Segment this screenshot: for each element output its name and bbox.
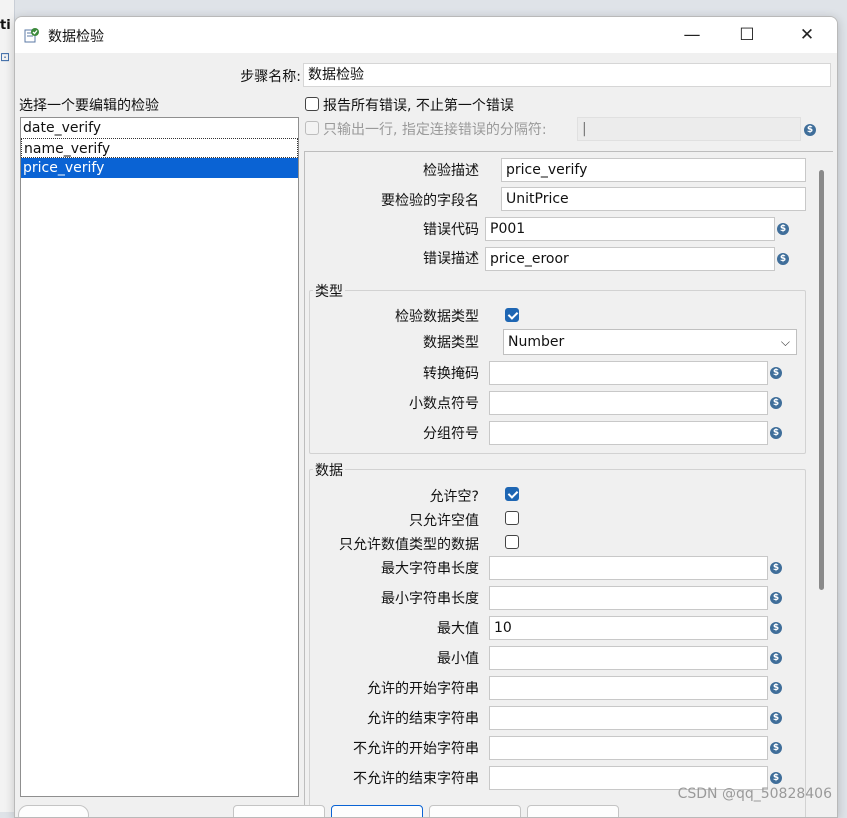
variable-icon[interactable]: $ — [770, 622, 782, 634]
conversion-mask-label: 转换掩码 — [423, 366, 479, 382]
background-app-strip: ti ⊡ — [0, 0, 15, 812]
validator-app-icon — [24, 28, 39, 43]
list-item[interactable]: name_verify — [21, 138, 298, 158]
list-item[interactable]: date_verify — [21, 118, 298, 138]
minimize-button[interactable]: — — [665, 17, 719, 53]
dialog-window: 数据检验 — ☐ ✕ 步骤名称: 数据检验 选择一个要编辑的检验 date_ve… — [14, 16, 838, 818]
variable-icon[interactable]: $ — [804, 124, 816, 136]
max-value-label: 最大值 — [437, 621, 479, 637]
field-name-label: 要检验的字段名 — [381, 193, 479, 209]
only-null-label: 只允许空值 — [409, 513, 479, 529]
error-code-input[interactable]: P001 — [485, 217, 775, 241]
validation-description-label: 检验描述 — [423, 163, 479, 179]
error-description-input[interactable]: price_eroor — [485, 247, 775, 271]
separator-input[interactable]: | — [577, 117, 801, 141]
check-data-type-checkbox[interactable] — [505, 308, 519, 322]
validation-description-input[interactable]: price_verify — [501, 158, 806, 182]
max-string-length-label: 最大字符串长度 — [381, 561, 479, 577]
only-numeric-label: 只允许数值类型的数据 — [339, 537, 479, 553]
data-type-select[interactable]: Number ⌵ — [503, 329, 797, 355]
validator-list[interactable]: date_verify name_verify price_verify — [20, 117, 299, 797]
min-value-input[interactable] — [489, 646, 768, 670]
background-app-title: ti — [0, 18, 11, 33]
single-row-checkbox[interactable] — [305, 121, 319, 135]
grouping-symbol-input[interactable] — [489, 421, 768, 445]
step-name-input[interactable]: 数据检验 — [303, 63, 831, 87]
single-row-label: 只输出一行, 指定连接错误的分隔符: — [323, 122, 547, 138]
close-button[interactable]: ✕ — [780, 17, 834, 53]
data-type-value: Number — [508, 334, 565, 350]
maximize-button[interactable]: ☐ — [720, 17, 774, 53]
disallowed-start-string-input[interactable] — [489, 736, 768, 760]
check-data-type-label: 检验数据类型 — [395, 309, 479, 325]
error-code-label: 错误代码 — [423, 222, 479, 238]
min-string-length-label: 最小字符串长度 — [381, 591, 479, 607]
max-string-length-input[interactable] — [489, 556, 768, 580]
decimal-symbol-label: 小数点符号 — [409, 396, 479, 412]
only-null-checkbox[interactable] — [505, 511, 519, 525]
min-string-length-input[interactable] — [489, 586, 768, 610]
list-item[interactable]: price_verify — [21, 158, 298, 178]
conversion-mask-input[interactable] — [489, 361, 768, 385]
variable-icon[interactable]: $ — [770, 592, 782, 604]
data-group-title: 数据 — [313, 460, 345, 480]
only-numeric-checkbox[interactable] — [505, 535, 519, 549]
allowed-start-string-input[interactable] — [489, 676, 768, 700]
background-app-icon: ⊡ — [0, 50, 11, 64]
data-type-label: 数据类型 — [423, 335, 479, 351]
grouping-symbol-label: 分组符号 — [423, 426, 479, 442]
window-title: 数据检验 — [48, 29, 104, 45]
min-value-label: 最小值 — [437, 651, 479, 667]
variable-icon[interactable]: $ — [770, 562, 782, 574]
variable-icon[interactable]: $ — [770, 427, 782, 439]
variable-icon[interactable]: $ — [770, 367, 782, 379]
field-name-select[interactable]: UnitPrice — [501, 187, 806, 211]
allowed-end-string-label: 允许的结束字符串 — [367, 711, 479, 727]
report-all-errors-label: 报告所有错误, 不止第一个错误 — [323, 98, 514, 114]
error-description-label: 错误描述 — [423, 251, 479, 267]
list-header: 选择一个要编辑的检验 — [19, 98, 159, 114]
allowed-start-string-label: 允许的开始字符串 — [367, 681, 479, 697]
report-all-errors-checkbox[interactable] — [305, 97, 319, 111]
variable-icon[interactable]: $ — [770, 652, 782, 664]
variable-icon[interactable]: $ — [777, 253, 789, 265]
disallowed-end-string-label: 不允许的结束字符串 — [353, 771, 479, 787]
watermark: CSDN @qq_50828406 — [677, 786, 832, 802]
decimal-symbol-input[interactable] — [489, 391, 768, 415]
step-name-label: 步骤名称: — [240, 69, 301, 85]
allow-null-checkbox[interactable] — [505, 487, 519, 501]
variable-icon[interactable]: $ — [770, 682, 782, 694]
type-group-title: 类型 — [313, 281, 345, 301]
allowed-end-string-input[interactable] — [489, 706, 768, 730]
details-scrollbar-thumb[interactable] — [819, 170, 824, 590]
variable-icon[interactable]: $ — [770, 742, 782, 754]
chevron-down-icon: ⌵ — [780, 335, 790, 349]
title-bar: 数据检验 — ☐ ✕ — [15, 17, 837, 53]
allow-null-label: 允许空? — [429, 489, 479, 505]
variable-icon[interactable]: $ — [777, 223, 789, 235]
variable-icon[interactable]: $ — [770, 712, 782, 724]
max-value-input[interactable]: 10 — [489, 616, 768, 640]
validation-details-panel: 检验描述 price_verify 要检验的字段名 UnitPrice 错误代码… — [304, 151, 833, 817]
variable-icon[interactable]: $ — [770, 772, 782, 784]
variable-icon[interactable]: $ — [770, 397, 782, 409]
disallowed-start-string-label: 不允许的开始字符串 — [353, 741, 479, 757]
